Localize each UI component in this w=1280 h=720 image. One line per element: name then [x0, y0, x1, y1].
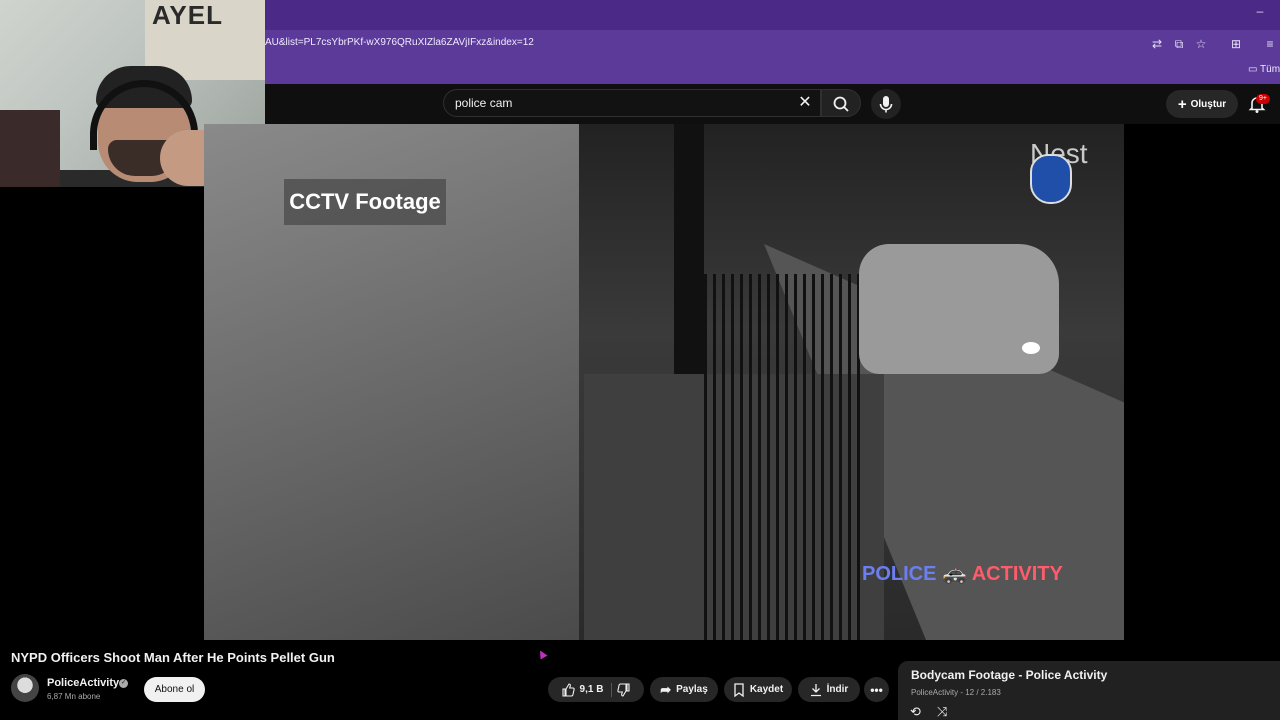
url-text[interactable]: AU&list=PL7csYbrPKf-wX976QRuXIZla6ZAVjIF… — [265, 37, 534, 48]
video-car-headlight — [1022, 342, 1040, 354]
plus-icon: + — [1177, 95, 1187, 113]
create-label: Oluştur — [1190, 98, 1227, 110]
thumbs-down-icon[interactable] — [617, 682, 631, 697]
share-button[interactable]: ➦ Paylaş — [650, 677, 718, 702]
notification-badge: 9+ — [1256, 94, 1270, 104]
logo-part-activity: ACTIVITY — [966, 563, 1063, 585]
save-label: Kaydet — [749, 684, 784, 695]
video-car — [859, 244, 1059, 374]
share-label: Paylaş — [676, 684, 708, 695]
close-icon[interactable]: ✕ — [796, 94, 814, 112]
channel-avatar[interactable] — [11, 674, 39, 702]
loop-icon[interactable]: ⟲ — [910, 704, 928, 720]
search-query[interactable]: police cam — [455, 96, 512, 110]
verified-icon: ✓ — [119, 679, 128, 688]
video-player[interactable]: CCTV Footage Nest POLICE 🚓 ACTIVITY — [204, 124, 1124, 640]
folder-icon: ▭ — [1248, 64, 1261, 75]
create-button[interactable]: + Oluştur — [1166, 90, 1238, 118]
share-icon: ➦ — [660, 681, 672, 697]
cctv-footage-label: CCTV Footage — [284, 179, 446, 225]
subscriber-count: 6,87 Mn abone — [47, 692, 101, 701]
star-icon[interactable]: ☆ — [1193, 36, 1209, 52]
bookmark-folder-label: Tüm — [1260, 64, 1280, 75]
translate-icon[interactable]: ⇄ — [1149, 36, 1165, 52]
like-count: 9,1 B — [579, 684, 604, 695]
webcam-background-shelf — [0, 110, 60, 187]
thumbs-up-icon — [561, 682, 575, 697]
cast-icon[interactable]: ⧉ — [1171, 36, 1187, 52]
video-tree — [674, 124, 704, 374]
playlist-subtitle: PoliceActivity - 12 / 2.183 — [911, 688, 1001, 697]
minimize-icon[interactable]: – — [1252, 4, 1268, 20]
search-icon — [833, 96, 849, 112]
like-dislike-group: 9,1 B — [548, 677, 644, 702]
extensions-icon[interactable]: ⊞ — [1228, 36, 1244, 52]
logo-part-police: POLICE — [862, 563, 943, 585]
video-title: NYPD Officers Shoot Man After He Points … — [11, 650, 335, 665]
video-fence — [704, 274, 864, 640]
subscribe-button[interactable]: Abone ol — [144, 677, 205, 702]
voice-search-button[interactable] — [871, 89, 901, 119]
bookmark-icon — [734, 682, 744, 697]
police-activity-logo: POLICE 🚓 ACTIVITY — [862, 561, 1063, 586]
search-button[interactable] — [821, 89, 861, 117]
more-icon: ••• — [870, 682, 883, 697]
shuffle-icon[interactable]: ⤨ — [937, 704, 955, 720]
microphone-icon — [879, 96, 893, 113]
download-button[interactable]: İndir — [798, 677, 860, 702]
download-label: İndir — [826, 684, 849, 695]
bookmark-folder[interactable]: ▭ Tüm — [1248, 64, 1280, 75]
like-button[interactable]: 9,1 B — [561, 682, 613, 697]
nypd-badge-icon — [1030, 154, 1072, 204]
more-actions-button[interactable]: ••• — [864, 677, 889, 702]
logo-part-icon: 🚓 — [942, 563, 967, 585]
download-icon — [810, 683, 821, 696]
webcam-poster-text: AYEL — [152, 0, 223, 30]
menu-icon[interactable]: ≡ — [1262, 36, 1278, 52]
channel-name[interactable]: PoliceActivity — [47, 677, 119, 689]
save-button[interactable]: Kaydet — [724, 677, 792, 702]
mouse-cursor-icon — [536, 648, 548, 660]
playlist-title[interactable]: Bodycam Footage - Police Activity — [911, 668, 1107, 682]
